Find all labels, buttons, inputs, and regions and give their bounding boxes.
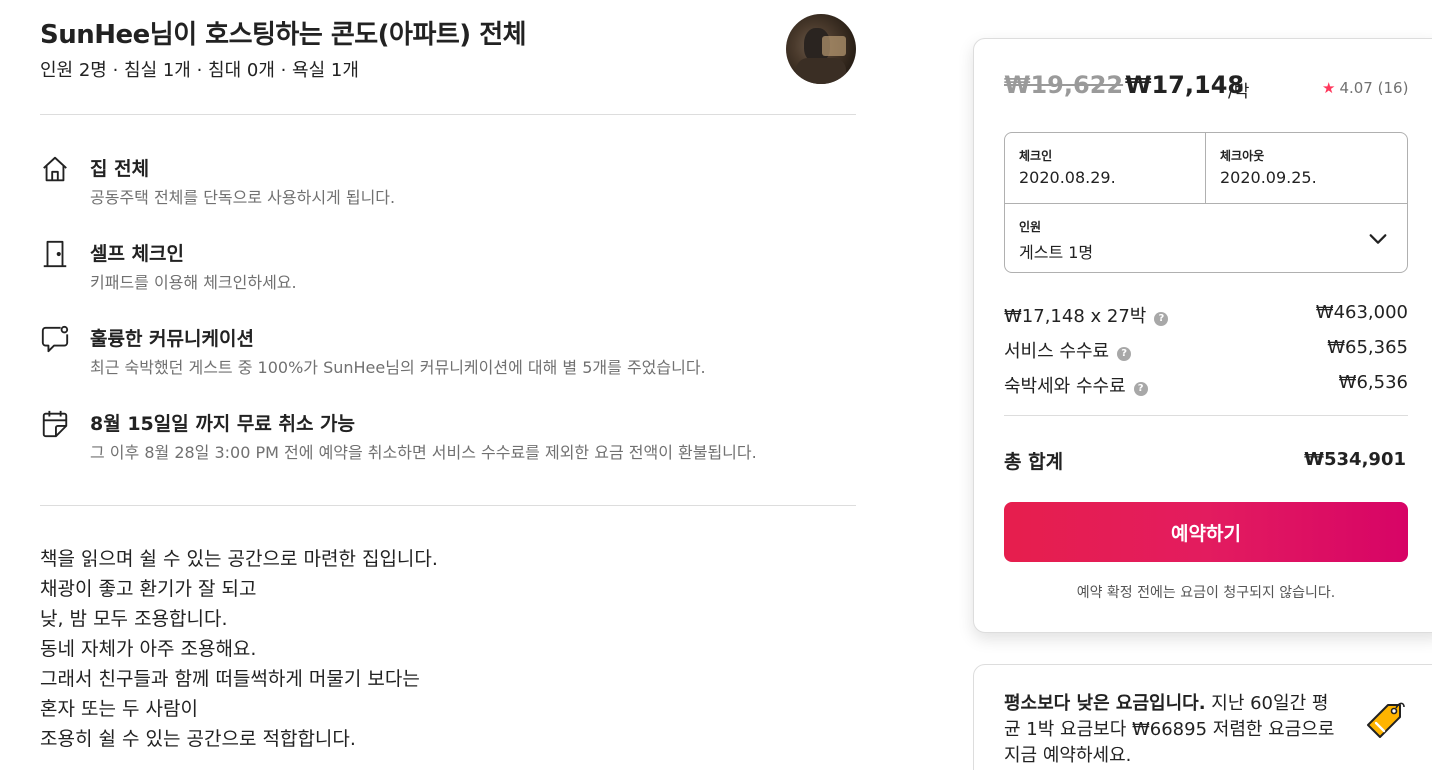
line-item-label: 서비스 수수료 — [1004, 341, 1110, 362]
feature-title: 셀프 체크인 — [90, 243, 185, 265]
rating-value: 4.07 — [1339, 79, 1373, 97]
feature-description: 키패드를 이용해 체크인하세요. — [90, 273, 297, 292]
checkin-field[interactable]: 체크인 2020.08.29. — [1005, 133, 1206, 203]
guests-dropdown[interactable]: 인원 게스트 1명 — [1005, 203, 1407, 272]
host-avatar[interactable] — [786, 14, 856, 84]
checkin-value: 2020.08.29. — [1019, 168, 1116, 187]
feature-communication: 훌륭한 커뮤니케이션 최근 숙박했던 게스트 중 100%가 SunHee님의 … — [40, 324, 856, 384]
line-item-value: ₩6,536 — [1338, 372, 1408, 393]
description-line: 혼자 또는 두 사람이 — [40, 698, 198, 720]
chevron-down-icon[interactable] — [1367, 228, 1389, 250]
rating[interactable]: ★ 4.07 (16) — [1322, 79, 1408, 97]
low-price-message: 평소보다 낮은 요금입니다. 지난 60일간 평균 1박 요금보다 ₩66895… — [1004, 691, 1344, 769]
feature-entire-home: 집 전체 공동주택 전체를 단독으로 사용하시게 됩니다. — [40, 154, 856, 214]
description-line: 조용히 쉴 수 있는 공간으로 적합합니다. — [40, 728, 356, 750]
low-price-headline: 평소보다 낮은 요금입니다. — [1004, 693, 1206, 714]
feature-free-cancellation: 8월 15일일 까지 무료 취소 가능 그 이후 8월 28일 3:00 PM … — [40, 409, 856, 469]
checkout-value: 2020.09.25. — [1220, 168, 1317, 187]
booking-card: ₩19,622 ₩17,148 /박 ★ 4.07 (16) 체크인 2020.0… — [973, 38, 1432, 633]
low-price-card: 평소보다 낮은 요금입니다. 지난 60일간 평균 1박 요금보다 ₩66895… — [973, 664, 1432, 770]
feature-title: 8월 15일일 까지 무료 취소 가능 — [90, 413, 356, 435]
guests-label: 인원 — [1019, 220, 1042, 234]
calendar-icon — [42, 410, 68, 438]
price-unit: /박 — [1228, 82, 1250, 102]
listing-summary: 인원 2명 · 침실 1개 · 침대 0개 · 욕실 1개 — [40, 60, 359, 81]
current-price: ₩17,148 — [1125, 71, 1245, 99]
description-line: 낮, 밤 모두 조용합니다. — [40, 608, 228, 630]
info-icon[interactable]: ? — [1133, 382, 1148, 396]
price-tag-icon — [1367, 702, 1405, 738]
star-icon: ★ — [1322, 79, 1336, 97]
line-item-label: ₩17,148 x 27박 — [1004, 306, 1147, 327]
total-label: 총 합계 — [1004, 451, 1064, 473]
chat-bubble-icon — [41, 325, 69, 353]
feature-description: 공동주택 전체를 단독으로 사용하시게 됩니다. — [90, 188, 396, 207]
description-line: 채광이 좋고 환기가 잘 되고 — [40, 578, 257, 600]
info-icon[interactable]: ? — [1117, 347, 1132, 361]
price-breakdown-nights: ₩17,148 x 27박? ₩463,000 — [1004, 302, 1408, 328]
feature-description: 그 이후 8월 28일 3:00 PM 전에 예약을 취소하면 서비스 수수료를… — [90, 443, 757, 462]
original-price: ₩19,622 — [1004, 71, 1124, 99]
price-breakdown-taxes: 숙박세와 수수료? ₩6,536 — [1004, 372, 1408, 398]
guests-value: 게스트 1명 — [1019, 243, 1094, 262]
line-item-value: ₩65,365 — [1327, 337, 1408, 358]
info-icon[interactable]: ? — [1154, 312, 1169, 326]
total-value: ₩534,901 — [1304, 449, 1406, 470]
home-icon — [43, 156, 67, 182]
review-count: (16) — [1377, 79, 1409, 97]
door-icon — [43, 240, 67, 268]
listing-description: 책을 읽으며 쉴 수 있는 공간으로 마련한 집입니다. 채광이 좋고 환기가 … — [40, 544, 856, 754]
feature-description: 최근 숙박했던 게스트 중 100%가 SunHee님의 커뮤니케이션에 대해 … — [90, 358, 706, 377]
divider — [40, 114, 856, 115]
listing-title: SunHee님이 호스팅하는 콘도(아파트) 전체 — [40, 20, 527, 50]
feature-title: 집 전체 — [90, 158, 150, 180]
description-line: 책을 읽으며 쉴 수 있는 공간으로 마련한 집입니다. — [40, 548, 438, 570]
line-item-label: 숙박세와 수수료 — [1004, 376, 1126, 397]
line-item-value: ₩463,000 — [1315, 302, 1408, 323]
divider — [1004, 415, 1408, 416]
date-guest-picker: 체크인 2020.08.29. 체크아웃 2020.09.25. 인원 게스트 … — [1004, 132, 1408, 273]
price-breakdown-service-fee: 서비스 수수료? ₩65,365 — [1004, 337, 1408, 363]
description-line: 그래서 친구들과 함께 떠들썩하게 머물기 보다는 — [40, 668, 420, 690]
reserve-button[interactable]: 예약하기 — [1004, 502, 1408, 562]
no-charge-notice: 예약 확정 전에는 요금이 청구되지 않습니다. — [1076, 585, 1336, 601]
checkin-label: 체크인 — [1019, 149, 1053, 163]
feature-title: 훌륭한 커뮤니케이션 — [90, 328, 254, 350]
checkout-label: 체크아웃 — [1220, 149, 1265, 163]
checkout-field[interactable]: 체크아웃 2020.09.25. — [1206, 133, 1407, 203]
divider — [40, 505, 856, 506]
description-line: 동네 자체가 아주 조용해요. — [40, 638, 257, 660]
feature-self-checkin: 셀프 체크인 키패드를 이용해 체크인하세요. — [40, 239, 856, 299]
